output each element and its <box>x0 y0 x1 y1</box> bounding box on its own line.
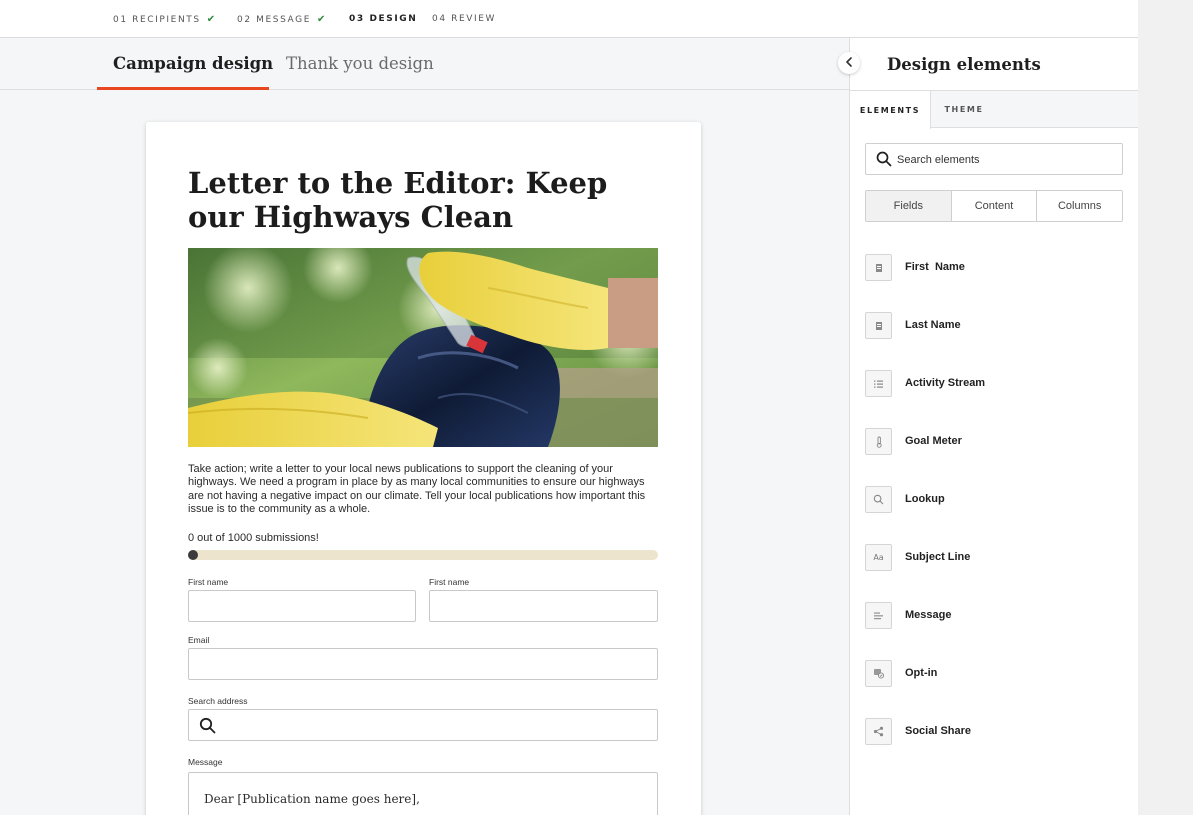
step-review[interactable]: 04 REVIEW <box>432 14 496 24</box>
element-last-name[interactable]: Last Name <box>865 312 1115 340</box>
segment-columns[interactable]: Columns <box>1037 191 1122 221</box>
element-category-switcher: Fields Content Columns <box>865 190 1123 222</box>
element-label: Message <box>905 609 952 621</box>
app-window: 01 RECIPIENTS ✔ 02 MESSAGE ✔ 03 DESIGN 04 … <box>0 0 1138 815</box>
campaign-page-preview: Letter to the Editor: Keep our Highways … <box>146 122 701 815</box>
chevron-left-icon <box>845 54 853 72</box>
email-field[interactable] <box>188 648 658 680</box>
element-label: Subject Line <box>905 551 971 563</box>
search-elements-input[interactable] <box>897 151 1112 168</box>
first-name-label: First name <box>188 577 229 587</box>
first-name-field[interactable] <box>188 590 416 622</box>
second-name-label: First name <box>429 577 470 587</box>
segment-content[interactable]: Content <box>951 191 1038 221</box>
message-label: Message <box>188 757 223 767</box>
element-label: First Name <box>905 261 965 273</box>
element-label: Activity Stream <box>905 377 986 389</box>
element-label: Goal Meter <box>905 435 962 447</box>
text-icon: Aa <box>865 544 892 571</box>
element-opt-in[interactable]: Opt-in <box>865 660 1115 688</box>
design-elements-panel: Design elements ELEMENTS THEME Fields Co… <box>849 38 1138 815</box>
element-goal-meter[interactable]: Goal Meter <box>865 428 1115 456</box>
progress-stepper: 01 RECIPIENTS ✔ 02 MESSAGE ✔ 03 DESIGN 04 … <box>0 0 1138 38</box>
tab-campaign-design[interactable]: Campaign design <box>113 54 273 73</box>
tab-thank-you-design[interactable]: Thank you design <box>286 54 434 73</box>
hero-photo-illustration <box>188 248 658 447</box>
window-gutter <box>1138 0 1193 815</box>
step-label: 03 DESIGN <box>349 14 418 24</box>
check-icon: ✔ <box>317 14 328 25</box>
email-label: Email <box>188 635 210 645</box>
collapse-panel-button[interactable] <box>838 52 860 74</box>
message-text: Dear [Publication name goes here], <box>204 792 420 806</box>
share-icon <box>865 718 892 745</box>
page-title: Letter to the Editor: Keep our Highways … <box>188 166 608 234</box>
segment-fields[interactable]: Fields <box>866 191 952 221</box>
element-label: Last Name <box>905 319 961 331</box>
goal-meter-label: 0 out of 1000 submissions! <box>188 532 319 544</box>
step-design[interactable]: 03 DESIGN <box>349 14 417 24</box>
hero-image[interactable] <box>188 248 658 447</box>
step-message[interactable]: 02 MESSAGE ✔ <box>237 14 327 25</box>
step-label: 02 MESSAGE <box>237 15 312 25</box>
goal-meter-indicator <box>188 550 198 560</box>
tab-elements[interactable]: ELEMENTS <box>850 91 931 129</box>
magnifier-icon <box>865 486 892 513</box>
design-canvas: Letter to the Editor: Keep our Highways … <box>0 91 849 815</box>
element-label: Social Share <box>905 725 972 737</box>
element-social-share[interactable]: Social Share <box>865 718 1115 746</box>
page-description: Take action; write a letter to your loca… <box>188 463 646 516</box>
element-activity-stream[interactable]: Activity Stream <box>865 370 1115 398</box>
search-icon <box>199 717 216 739</box>
search-icon <box>876 151 892 172</box>
step-recipients[interactable]: 01 RECIPIENTS ✔ <box>113 14 217 25</box>
active-tab-indicator <box>97 87 269 90</box>
panel-tabs: ELEMENTS THEME <box>850 90 1138 129</box>
panel-title: Design elements <box>887 55 1041 74</box>
step-label: 01 RECIPIENTS <box>113 15 201 25</box>
paragraph-icon <box>865 602 892 629</box>
id-card-icon <box>865 312 892 339</box>
element-message[interactable]: Message <box>865 602 1115 630</box>
element-lookup[interactable]: Lookup <box>865 486 1115 514</box>
element-first-name[interactable]: First Name <box>865 254 1115 282</box>
design-tabs: Campaign design Thank you design <box>0 38 849 90</box>
address-search-field[interactable] <box>188 709 658 741</box>
id-card-icon <box>865 254 892 281</box>
check-icon: ✔ <box>206 14 217 25</box>
element-subject-line[interactable]: Aa Subject Line <box>865 544 1115 572</box>
second-name-field[interactable] <box>429 590 658 622</box>
opt-in-icon <box>865 660 892 687</box>
address-label: Search address <box>188 696 248 706</box>
list-icon <box>865 370 892 397</box>
goal-meter <box>188 550 658 560</box>
element-label: Opt-in <box>905 667 938 679</box>
message-textarea[interactable]: Dear [Publication name goes here], <box>188 772 658 815</box>
element-label: Lookup <box>905 493 945 505</box>
step-label: 04 REVIEW <box>432 14 497 24</box>
thermometer-icon <box>865 428 892 455</box>
tab-theme[interactable]: THEME <box>931 91 997 128</box>
element-search <box>865 143 1123 175</box>
